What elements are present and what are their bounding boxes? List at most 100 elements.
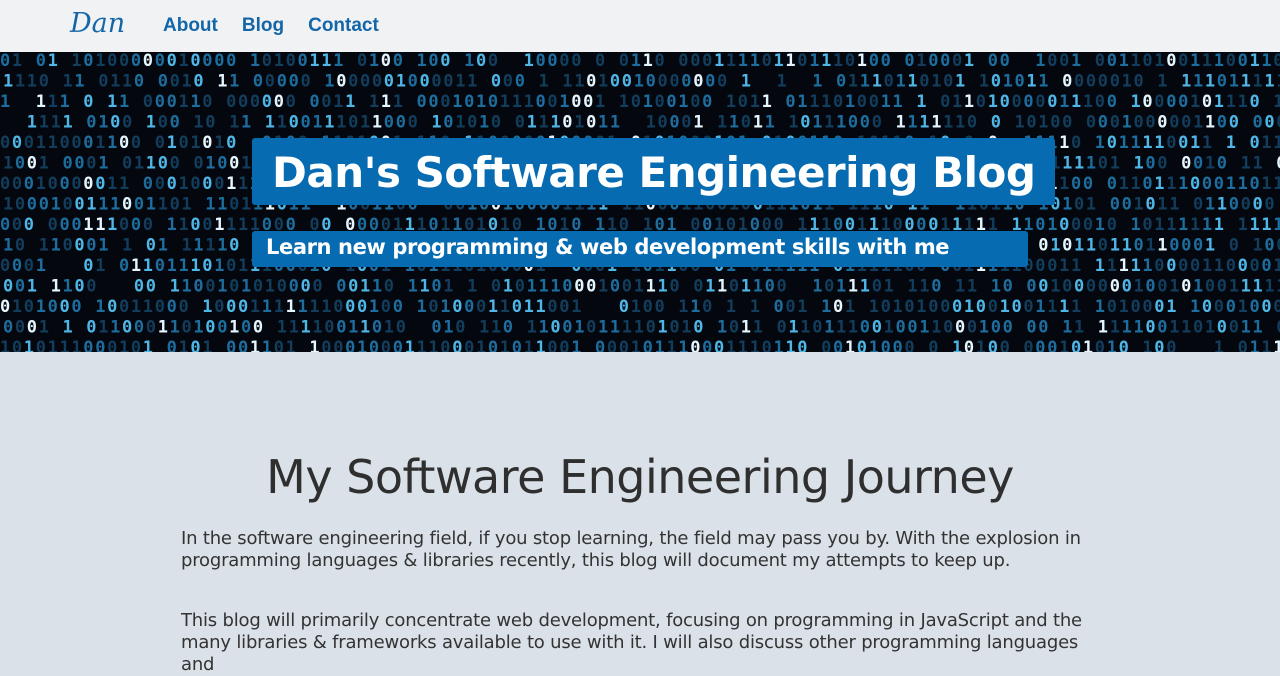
- svg-text:1: 1: [979, 72, 989, 92]
- svg-text:0: 0: [893, 338, 903, 352]
- svg-text:0: 0: [298, 52, 308, 71]
- svg-text:1: 1: [717, 113, 727, 133]
- svg-text:0: 0: [607, 338, 617, 352]
- svg-text:0: 0: [1264, 195, 1274, 215]
- svg-text:1: 1: [217, 277, 227, 297]
- svg-text:0: 0: [785, 297, 795, 317]
- svg-text:1: 1: [1131, 174, 1141, 194]
- svg-text:1: 1: [666, 338, 676, 352]
- svg-text:1: 1: [51, 236, 61, 256]
- svg-text:0: 0: [1181, 277, 1191, 297]
- svg-text:1: 1: [98, 195, 108, 215]
- svg-text:1: 1: [824, 318, 834, 338]
- body-paragraph: This blog will primarily concentrate web…: [181, 610, 1082, 675]
- svg-text:0: 0: [919, 72, 929, 92]
- svg-text:0: 0: [229, 236, 239, 256]
- svg-text:0: 0: [48, 174, 58, 194]
- svg-text:1: 1: [1059, 133, 1069, 153]
- svg-text:0: 0: [71, 215, 81, 235]
- svg-text:1: 1: [143, 297, 153, 317]
- svg-text:1: 1: [1059, 297, 1069, 317]
- svg-text:0: 0: [559, 52, 569, 71]
- svg-text:1: 1: [27, 277, 37, 297]
- svg-text:1: 1: [574, 318, 584, 338]
- svg-text:0: 0: [48, 215, 58, 235]
- svg-text:0: 0: [583, 92, 593, 112]
- svg-text:1: 1: [265, 113, 275, 133]
- svg-text:0: 0: [1229, 236, 1239, 256]
- svg-text:1: 1: [1264, 72, 1274, 92]
- svg-text:0: 0: [1134, 72, 1144, 92]
- svg-text:0: 0: [547, 92, 557, 112]
- svg-text:0: 0: [83, 338, 93, 352]
- svg-text:1: 1: [1205, 236, 1215, 256]
- svg-text:0: 0: [1074, 195, 1084, 215]
- svg-text:1: 1: [738, 52, 748, 71]
- svg-text:1: 1: [1166, 174, 1176, 194]
- svg-text:0: 0: [324, 318, 334, 338]
- svg-text:0: 0: [226, 52, 236, 71]
- svg-text:0: 0: [179, 297, 189, 317]
- svg-text:0: 0: [1217, 318, 1227, 338]
- svg-text:0: 0: [1062, 236, 1072, 256]
- svg-text:0: 0: [1012, 92, 1022, 112]
- svg-text:1: 1: [301, 318, 311, 338]
- svg-text:0: 0: [384, 277, 394, 297]
- svg-text:1: 1: [443, 277, 453, 297]
- svg-text:0: 0: [1035, 256, 1045, 276]
- nav-link-blog[interactable]: Blog: [242, 15, 284, 37]
- svg-text:0: 0: [229, 277, 239, 297]
- svg-text:1: 1: [193, 318, 203, 338]
- svg-text:0: 0: [229, 154, 239, 174]
- svg-text:0: 0: [202, 174, 212, 194]
- svg-text:0: 0: [836, 72, 846, 92]
- svg-text:0: 0: [1047, 92, 1057, 112]
- svg-text:0: 0: [167, 338, 177, 352]
- svg-text:1: 1: [919, 318, 929, 338]
- svg-text:1: 1: [571, 297, 581, 317]
- svg-text:0: 0: [681, 113, 691, 133]
- svg-text:1: 1: [229, 318, 239, 338]
- svg-text:0: 0: [1107, 174, 1117, 194]
- svg-text:1: 1: [146, 113, 156, 133]
- svg-text:1: 1: [119, 92, 129, 112]
- svg-text:1: 1: [655, 338, 665, 352]
- svg-text:0: 0: [1000, 92, 1010, 112]
- svg-text:1: 1: [1107, 338, 1117, 352]
- svg-text:0: 0: [1003, 318, 1013, 338]
- svg-text:0: 0: [205, 113, 215, 133]
- svg-text:0: 0: [488, 338, 498, 352]
- svg-text:1: 1: [741, 277, 751, 297]
- svg-text:0: 0: [336, 318, 346, 338]
- svg-text:1: 1: [381, 92, 391, 112]
- svg-text:1: 1: [869, 338, 879, 352]
- svg-text:1: 1: [631, 297, 641, 317]
- svg-text:0: 0: [60, 174, 70, 194]
- svg-text:0: 0: [1134, 236, 1144, 256]
- svg-text:0: 0: [1190, 174, 1200, 194]
- nav-link-contact[interactable]: Contact: [308, 15, 379, 37]
- svg-text:0: 0: [800, 113, 810, 133]
- svg-text:0: 0: [762, 52, 772, 71]
- nav-link-about[interactable]: About: [163, 15, 218, 37]
- svg-text:0: 0: [122, 154, 132, 174]
- svg-text:0: 0: [1086, 277, 1096, 297]
- svg-text:0: 0: [155, 133, 165, 153]
- svg-text:0: 0: [586, 72, 596, 92]
- svg-text:1: 1: [765, 113, 775, 133]
- svg-text:1: 1: [1190, 92, 1200, 112]
- svg-text:0: 0: [1217, 113, 1227, 133]
- svg-text:0: 0: [1086, 113, 1096, 133]
- svg-text:0: 0: [1226, 297, 1236, 317]
- svg-text:1: 1: [179, 52, 189, 71]
- svg-text:0: 0: [1238, 52, 1248, 71]
- svg-text:1: 1: [1157, 72, 1167, 92]
- svg-text:1: 1: [1238, 297, 1248, 317]
- svg-text:1: 1: [1253, 72, 1263, 92]
- svg-text:0: 0: [193, 72, 203, 92]
- svg-text:0: 0: [1217, 72, 1227, 92]
- site-logo[interactable]: Dan: [70, 8, 125, 39]
- svg-text:0: 0: [155, 297, 165, 317]
- svg-text:1: 1: [860, 277, 870, 297]
- svg-text:1: 1: [738, 338, 748, 352]
